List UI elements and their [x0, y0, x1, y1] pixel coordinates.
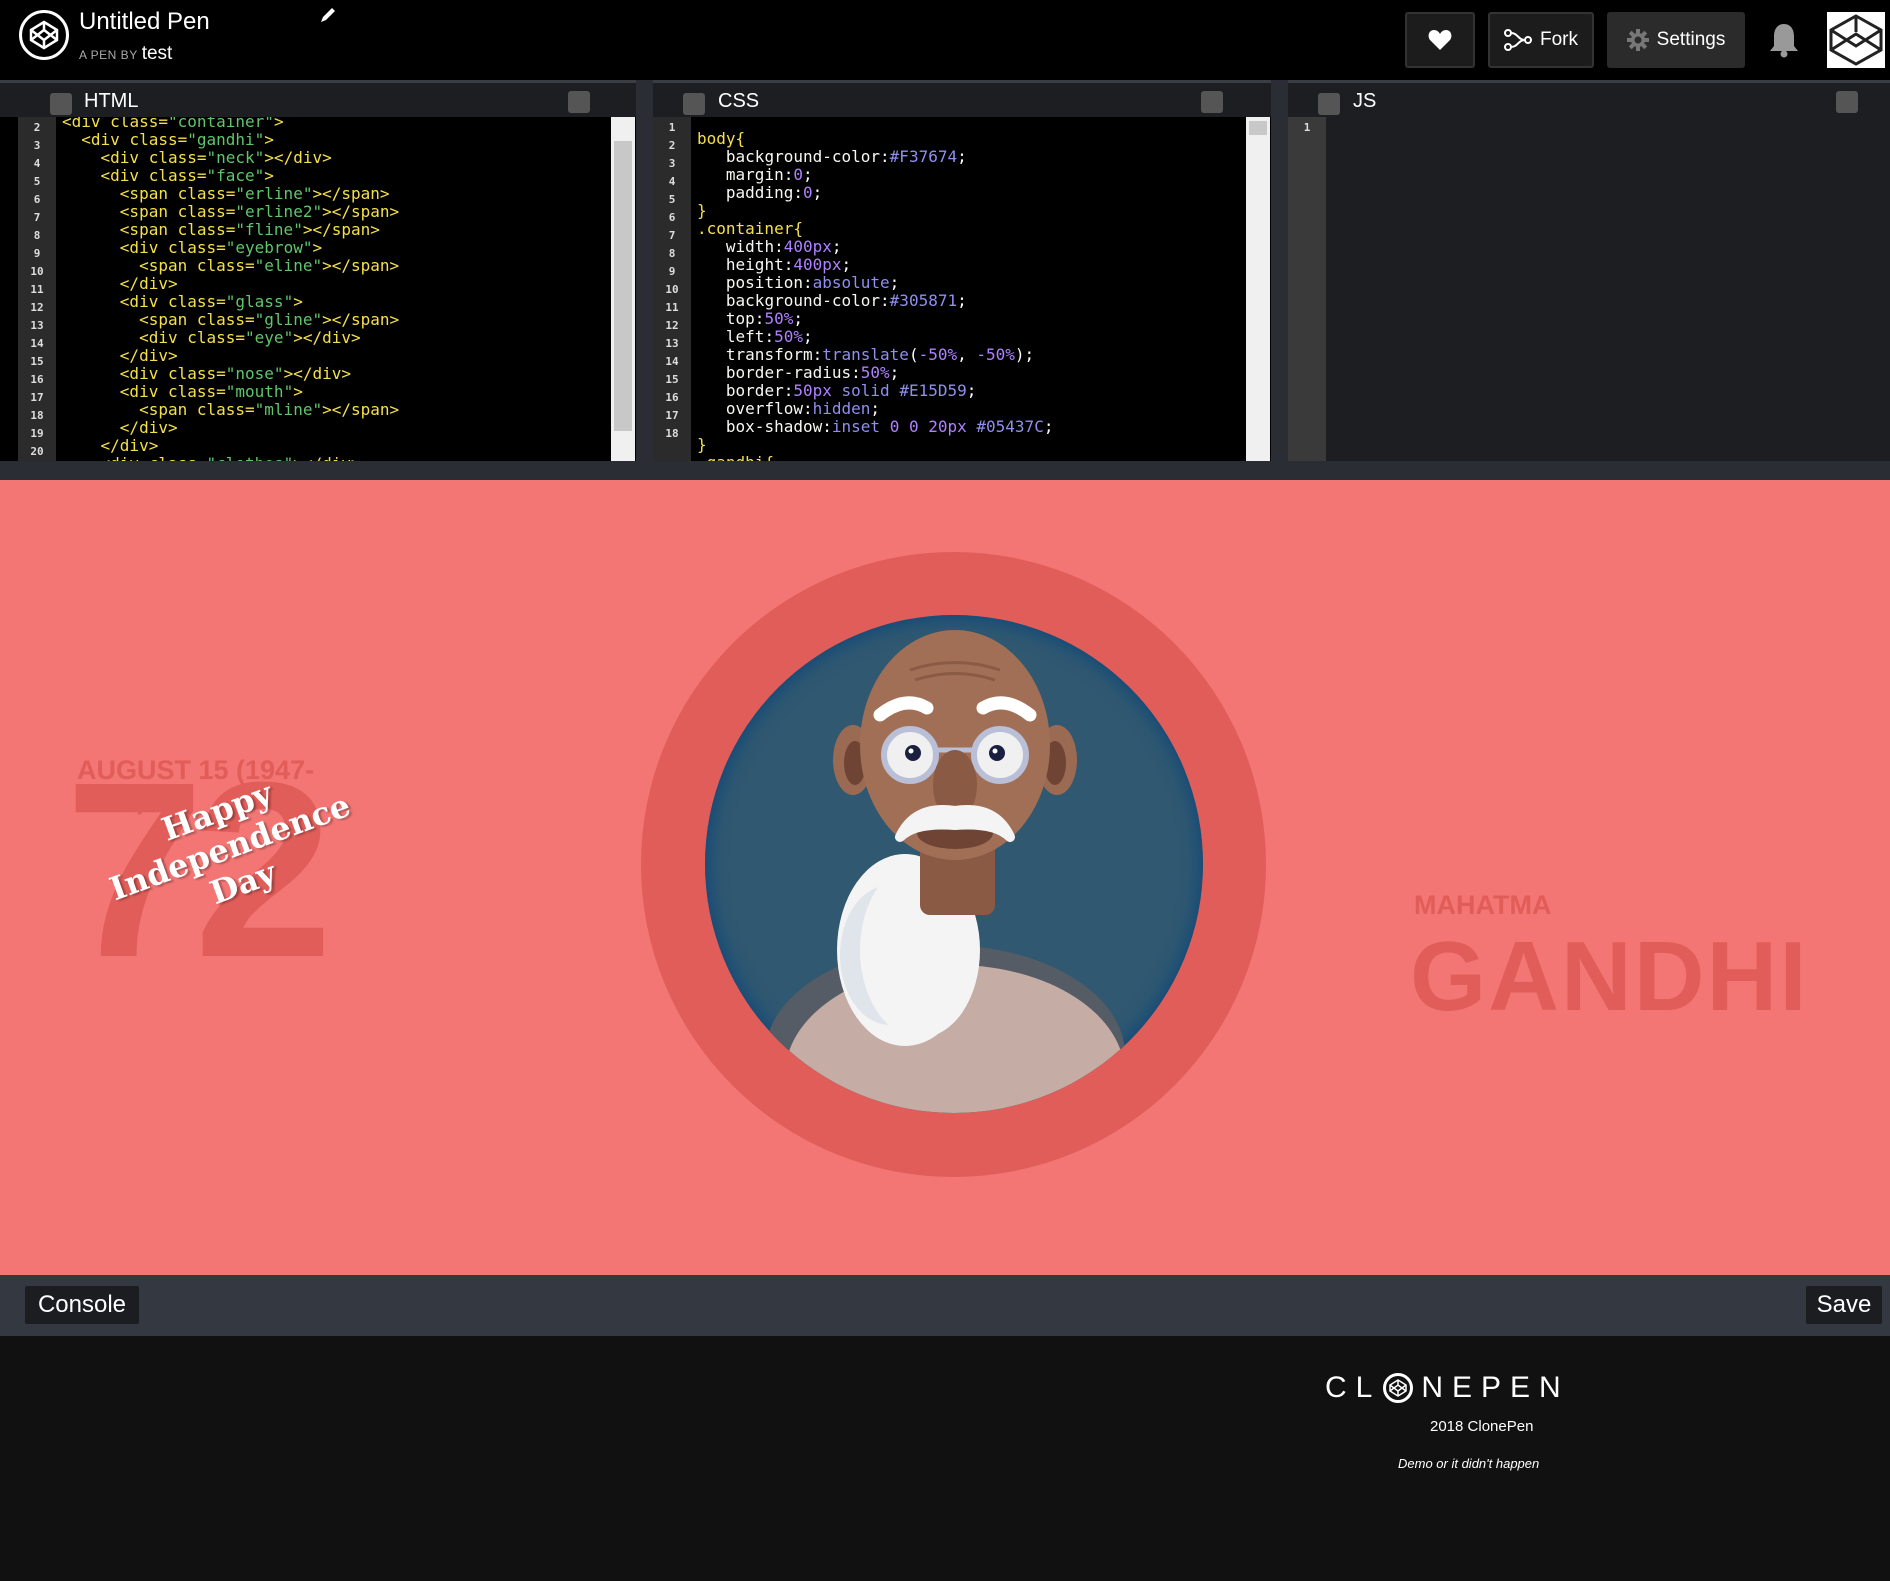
html-pane-title: HTML	[84, 90, 139, 112]
html-code-text: <div class="container"> <div class="gand…	[62, 117, 400, 461]
bottom-toolbar: Console Save	[0, 1275, 1890, 1336]
css-settings-gear-icon[interactable]	[683, 93, 705, 115]
css-pane-header: CSS	[653, 80, 1271, 117]
js-code-area[interactable]: 1	[1288, 117, 1890, 461]
js-pane-title: JS	[1353, 90, 1377, 112]
css-collapse-chevron-icon[interactable]	[1201, 91, 1223, 113]
tagline-text: Demo or it didn't happen	[1398, 1456, 1540, 1471]
pencil-edit-icon[interactable]	[318, 5, 338, 25]
html-editor-pane: HTML 23456789101112131415161718192021 <d…	[0, 80, 636, 461]
settings-label: Settings	[1656, 29, 1726, 50]
pen-byline: A PEN BY test	[79, 43, 172, 65]
author-name[interactable]: test	[142, 43, 173, 64]
top-header: Untitled Pen A PEN BY test Fork Settings	[0, 0, 1890, 80]
clonepen-logo-icon	[1383, 1373, 1414, 1403]
fork-icon	[1504, 29, 1532, 51]
fork-label: Fork	[1540, 29, 1578, 50]
css-scrollbar[interactable]	[1246, 117, 1270, 461]
js-line-numbers: 1	[1288, 117, 1326, 461]
copyright-text: 2018 ClonePen	[1430, 1418, 1534, 1435]
console-button[interactable]: Console	[25, 1286, 139, 1324]
html-line-numbers: 23456789101112131415161718192021	[18, 117, 56, 461]
heart-button[interactable]	[1405, 12, 1475, 68]
codepen-logo-icon[interactable]	[19, 10, 69, 60]
css-pane-title: CSS	[718, 90, 760, 112]
mahatma-text: MAHATMA	[1414, 890, 1552, 920]
resize-divider[interactable]	[0, 461, 1890, 480]
bell-notification-icon[interactable]	[1768, 22, 1800, 63]
html-code-area[interactable]: 23456789101112131415161718192021 <div cl…	[0, 117, 636, 461]
gandhi-text: GANDHI	[1410, 921, 1809, 1031]
js-editor-pane: JS 1	[1288, 80, 1890, 461]
brand-left: CL	[1325, 1371, 1382, 1404]
pen-title[interactable]: Untitled Pen	[79, 8, 210, 36]
gear-icon	[1626, 29, 1649, 51]
save-button[interactable]: Save	[1806, 1286, 1882, 1324]
preview-pane: 72 AUGUST 15 (1947-2018) Happy Independe…	[0, 480, 1890, 1275]
css-code-text: body{ background-color:#F37674; margin:0…	[697, 129, 1054, 462]
html-scrollbar[interactable]	[611, 117, 635, 461]
clonepen-brand: CL NEPEN	[1325, 1371, 1570, 1405]
js-settings-gear-icon[interactable]	[1318, 93, 1340, 115]
byline-prefix: A PEN BY	[79, 48, 138, 62]
css-line-numbers: 1 2 3 4 5 6 7 8 9 10 11 12 13 14 15 16 17 18	[653, 117, 691, 461]
html-collapse-chevron-icon[interactable]	[568, 91, 590, 113]
html-pane-header: HTML	[0, 80, 636, 117]
page-footer: CL NEPEN 2018 ClonePen Demo or it didn't…	[0, 1336, 1890, 1581]
gandhi-illustration	[765, 630, 1125, 1113]
user-avatar[interactable]	[1827, 12, 1885, 68]
settings-button[interactable]: Settings	[1607, 12, 1745, 68]
gandhi-portrait	[705, 615, 1203, 1113]
css-code-area[interactable]: 1 2 3 4 5 6 7 8 9 10 11 12 13 14 15 16 17 18 body{ backgr…	[653, 117, 1271, 461]
brand-right: NEPEN	[1421, 1371, 1570, 1404]
js-pane-header: JS	[1288, 80, 1890, 117]
css-editor-pane: CSS 1 2 3 4 5 6 7 8 9 10 11 12 13 14 15 16 17 18 body{ ba…	[653, 80, 1271, 461]
editor-area: HTML 23456789101112131415161718192021 <d…	[0, 80, 1890, 461]
js-collapse-chevron-icon[interactable]	[1836, 91, 1858, 113]
html-settings-gear-icon[interactable]	[50, 93, 72, 115]
fork-button[interactable]: Fork	[1488, 12, 1594, 68]
heart-icon	[1428, 30, 1452, 50]
